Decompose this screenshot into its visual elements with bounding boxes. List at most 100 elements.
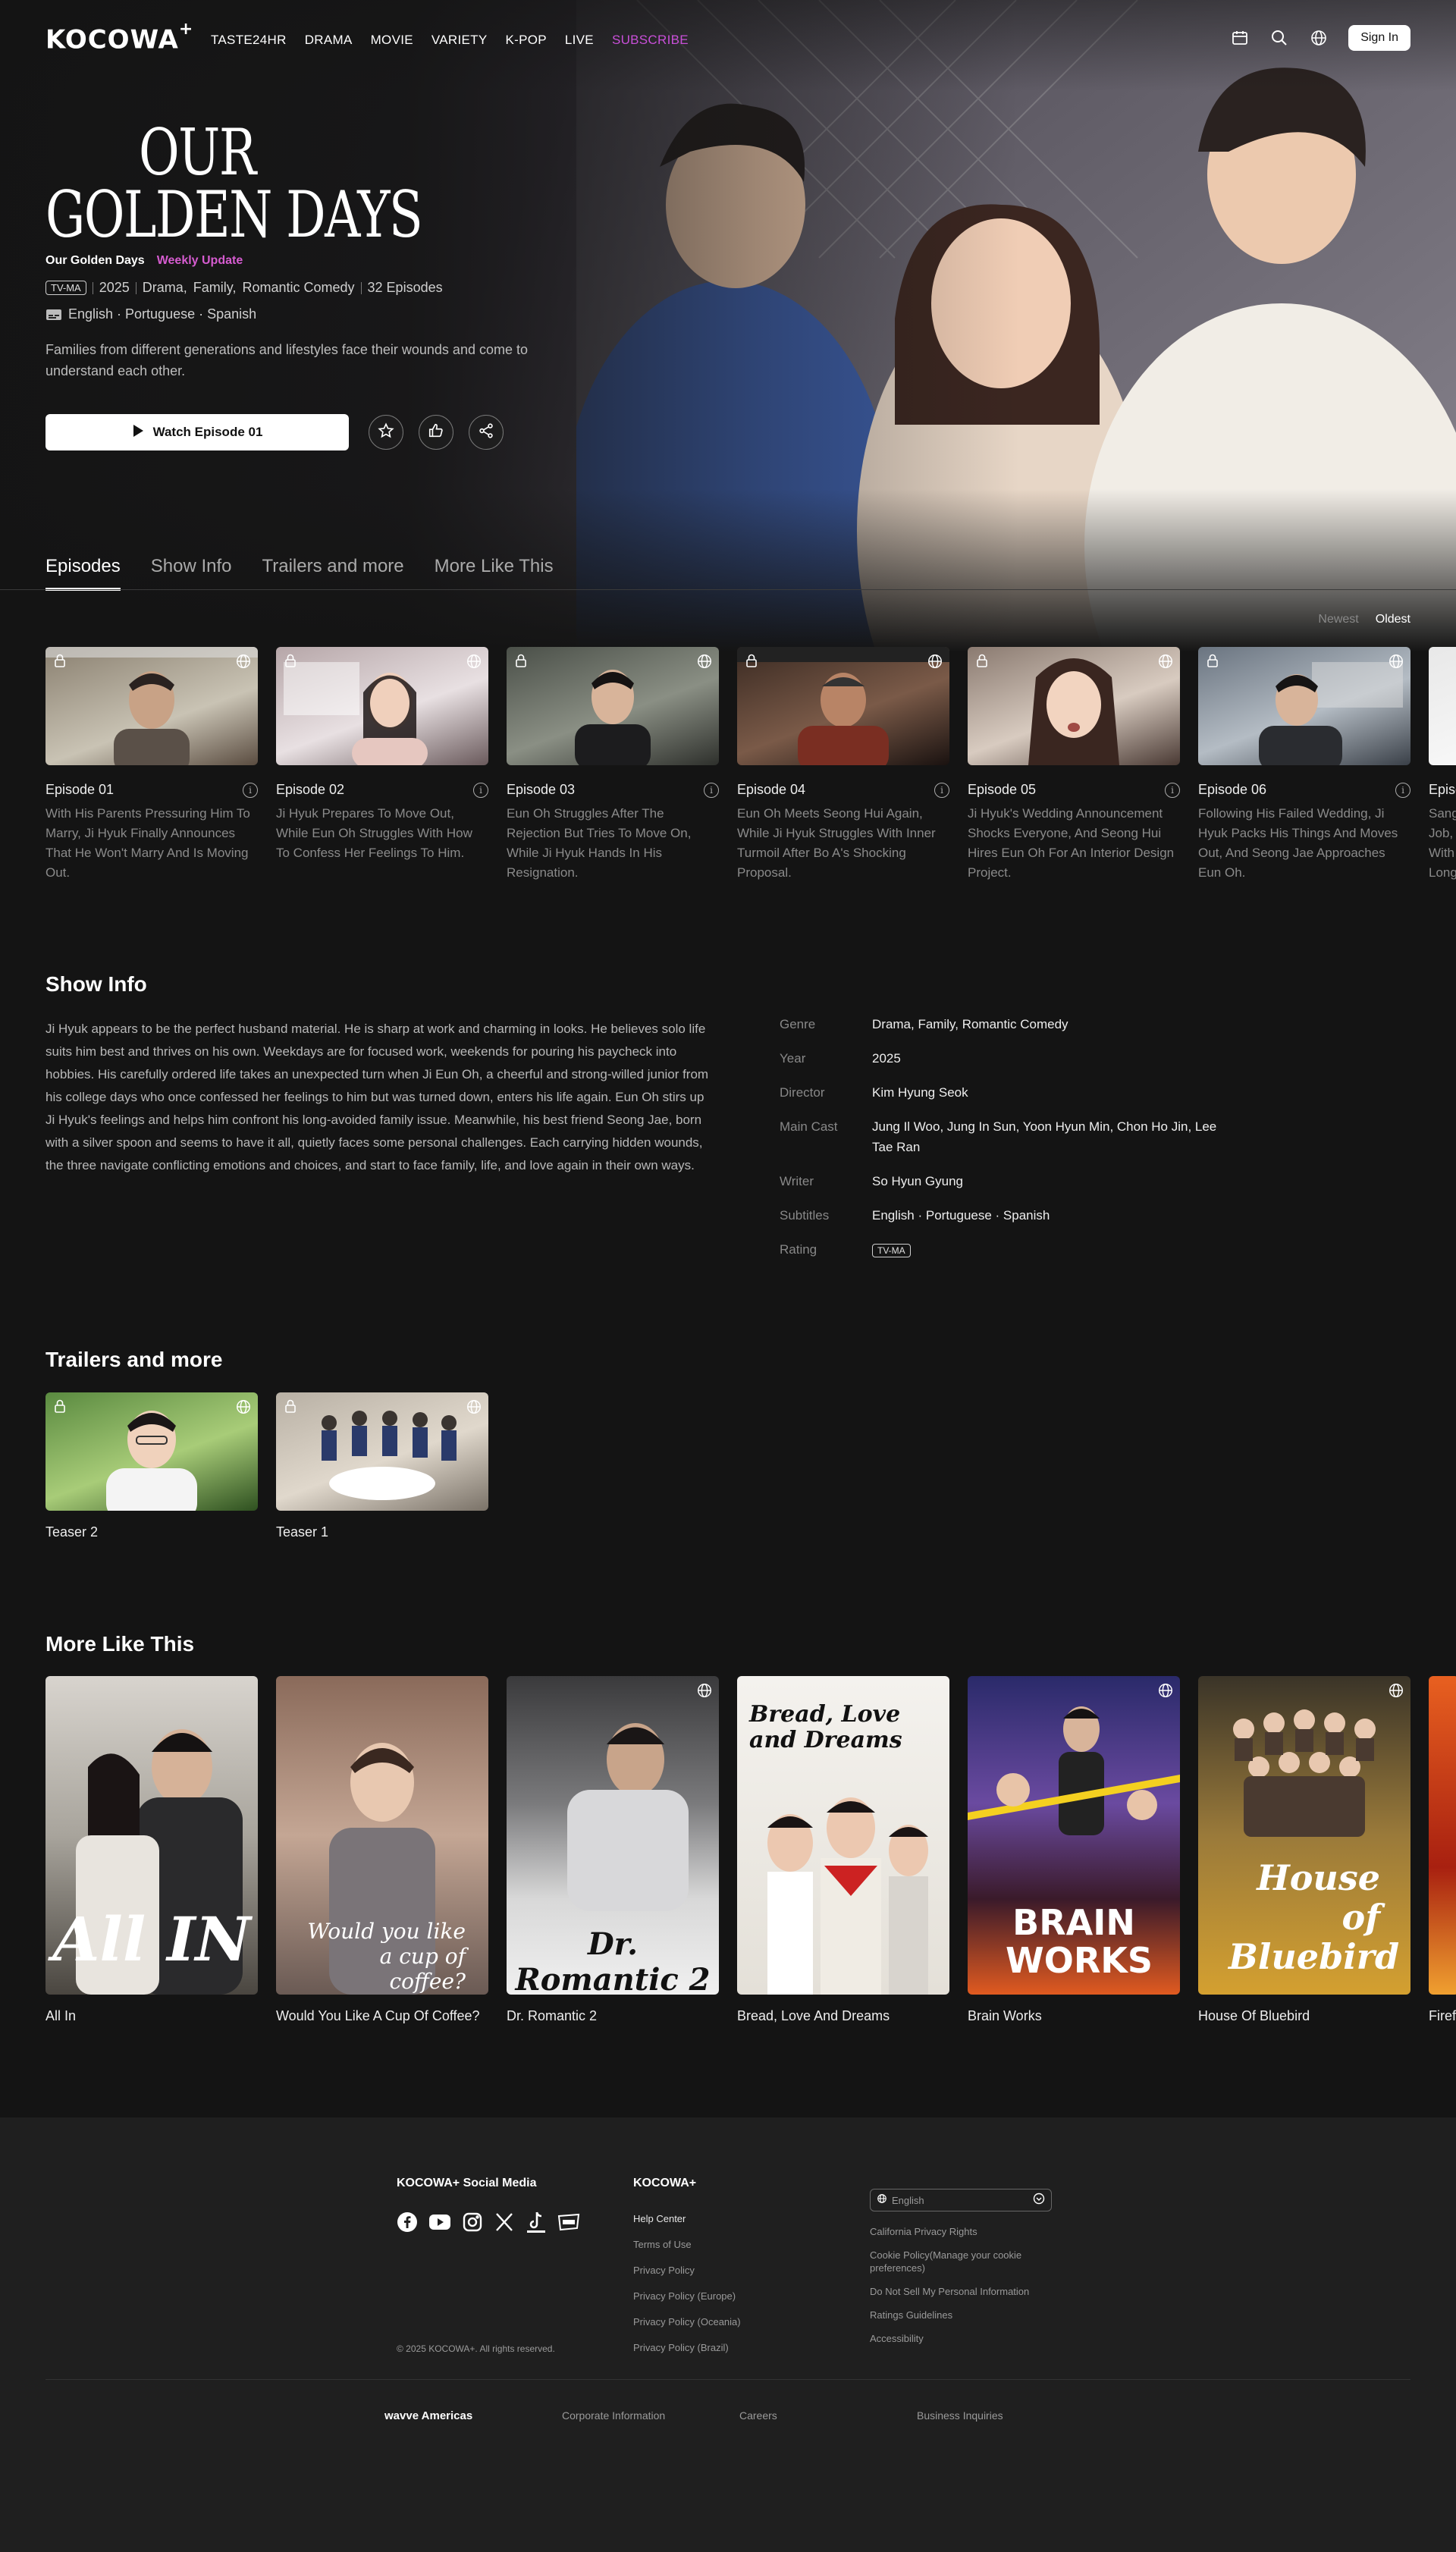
copyright-text: © 2025 KOCOWA+. All rights reserved. <box>397 2343 555 2354</box>
ratings-guidelines-link[interactable]: Ratings Guidelines <box>870 2309 1052 2321</box>
california-privacy-link[interactable]: California Privacy Rights <box>870 2225 1052 2238</box>
help-center-link[interactable]: Help Center <box>633 2213 741 2224</box>
recommendation-card[interactable]: Dr. Romantic 2 Dr. Romantic 2 <box>507 1676 719 2024</box>
episode-card[interactable]: Episode 01 i With His Parents Pressuring … <box>46 647 258 883</box>
nav-link-drama[interactable]: DRAMA <box>305 33 353 48</box>
nav-link-movie[interactable]: MOVIE <box>371 33 413 48</box>
episode-card[interactable]: Episode 07 Sang Job, With Long <box>1429 647 1456 883</box>
tab-trailers[interactable]: Trailers and more <box>262 556 403 591</box>
episode-thumbnail[interactable] <box>507 647 719 765</box>
share-icon <box>478 422 494 443</box>
episode-card[interactable]: Episode 03 i Eun Oh Struggles After The R… <box>507 647 719 883</box>
lock-icon <box>975 653 989 672</box>
language-current: English <box>877 2193 924 2207</box>
episode-card[interactable]: Episode 04 i Eun Oh Meets Seong Hui Again… <box>737 647 949 883</box>
recommendation-title: Brain Works <box>968 2008 1042 2023</box>
nav-link-taste24hr[interactable]: TASTE24HR <box>211 33 287 48</box>
globe-icon[interactable] <box>1309 28 1329 48</box>
accessibility-link[interactable]: Accessibility <box>870 2332 1052 2345</box>
sign-in-button[interactable]: Sign In <box>1348 25 1410 51</box>
privacy-europe-link[interactable]: Privacy Policy (Europe) <box>633 2290 741 2302</box>
recommendation-card[interactable]: House of Bluebird House Of Bluebird <box>1198 1676 1410 2024</box>
star-icon <box>378 422 394 443</box>
kocowa-blog-icon[interactable] <box>557 2213 580 2235</box>
wavve-americas-logo[interactable]: wavve Americas <box>384 2409 472 2422</box>
episode-card[interactable]: Episode 05 i Ji Hyuk's Wedding Announceme… <box>968 647 1180 883</box>
nav-link-live[interactable]: LIVE <box>565 33 594 48</box>
episode-title-row: Episode 05 i <box>968 782 1180 798</box>
trailer-thumbnail[interactable] <box>46 1392 258 1511</box>
sort-newest[interactable]: Newest <box>1318 613 1358 626</box>
info-icon[interactable]: i <box>473 782 488 798</box>
facebook-icon[interactable] <box>397 2211 418 2237</box>
meta-rating: Rating TV-MA <box>780 1239 1265 1261</box>
tab-episodes[interactable]: Episodes <box>46 556 121 591</box>
poster-image[interactable]: Dr. Romantic 2 <box>507 1676 719 1995</box>
rating-badge: TV-MA <box>46 281 86 295</box>
terms-link[interactable]: Terms of Use <box>633 2239 741 2250</box>
privacy-link[interactable]: Privacy Policy <box>633 2265 741 2276</box>
nav-link-variety[interactable]: VARIETY <box>431 33 488 48</box>
meta-value: Jung Il Woo, Jung In Sun, Yoon Hyun Min,… <box>872 1119 1217 1154</box>
info-icon[interactable]: i <box>704 782 719 798</box>
privacy-oceania-link[interactable]: Privacy Policy (Oceania) <box>633 2316 741 2328</box>
episode-card[interactable]: Episode 06 i Following His Failed Wedding… <box>1198 647 1410 883</box>
recommendation-card[interactable]: Firef <box>1429 1676 1456 2024</box>
poster-image[interactable] <box>1429 1676 1456 1995</box>
logo-text: KOCOWA <box>46 24 179 55</box>
tiktok-icon[interactable] <box>526 2210 547 2238</box>
poster-image[interactable]: Would you like a cup of coffee? <box>276 1676 488 1995</box>
search-icon[interactable] <box>1269 28 1289 48</box>
poster-image[interactable]: All IN <box>46 1676 258 1995</box>
calendar-icon[interactable] <box>1230 28 1250 48</box>
corporate-info-link[interactable]: Corporate Information <box>562 2409 665 2422</box>
nav-link-kpop[interactable]: K-POP <box>505 33 546 48</box>
lock-icon <box>745 653 758 672</box>
episode-thumbnail[interactable] <box>1429 647 1456 765</box>
info-icon[interactable]: i <box>243 782 258 798</box>
episode-thumbnail[interactable] <box>276 647 488 765</box>
info-icon[interactable]: i <box>1165 782 1180 798</box>
poster-image[interactable]: House of Bluebird <box>1198 1676 1410 1995</box>
episode-thumbnail[interactable] <box>46 647 258 765</box>
episode-thumbnail[interactable] <box>737 647 949 765</box>
cookie-policy-link[interactable]: Cookie Policy(Manage your cookie prefere… <box>870 2249 1052 2274</box>
trailer-card[interactable]: Teaser 1 <box>276 1392 488 1540</box>
trailer-card[interactable]: Teaser 2 <box>46 1392 258 1540</box>
episode-thumbnail[interactable] <box>1198 647 1410 765</box>
recommendation-card[interactable]: All IN All In <box>46 1676 258 2024</box>
show-name: Our Golden Days <box>46 254 145 267</box>
episode-card[interactable]: Episode 02 i Ji Hyuk Prepares To Move Out… <box>276 647 488 883</box>
meta-year: Year 2025 <box>780 1048 1265 1069</box>
favorite-button[interactable] <box>369 415 403 450</box>
info-icon[interactable]: i <box>934 782 949 798</box>
do-not-sell-link[interactable]: Do Not Sell My Personal Information <box>870 2285 1052 2298</box>
tab-show-info[interactable]: Show Info <box>151 556 232 591</box>
kocowa-logo[interactable]: KOCOWA+ <box>46 20 193 55</box>
instagram-icon[interactable] <box>462 2211 483 2237</box>
like-button[interactable] <box>419 415 453 450</box>
watch-episode-button[interactable]: Watch Episode 01 <box>46 414 349 450</box>
recommendation-title: Firef <box>1429 2008 1456 2023</box>
recommendation-card[interactable]: BRAIN WORKS Brain Works <box>968 1676 1180 2024</box>
recommendation-card[interactable]: Bread, Love and Dreams Bread, Love And D… <box>737 1676 949 2024</box>
show-info-heading: Show Info <box>46 972 147 996</box>
business-inquiries-link[interactable]: Business Inquiries <box>917 2409 1003 2422</box>
youtube-icon[interactable] <box>428 2214 451 2234</box>
x-twitter-icon[interactable] <box>494 2211 515 2237</box>
poster-image[interactable]: Bread, Love and Dreams <box>737 1676 949 1995</box>
poster-image[interactable]: BRAIN WORKS <box>968 1676 1180 1995</box>
careers-link[interactable]: Careers <box>739 2409 777 2422</box>
sort-oldest[interactable]: Oldest <box>1376 613 1410 626</box>
share-button[interactable] <box>469 415 504 450</box>
nav-link-subscribe[interactable]: SUBSCRIBE <box>612 33 689 48</box>
recommendation-card[interactable]: Would you like a cup of coffee? Would Yo… <box>276 1676 488 2024</box>
footer-links: Help Center Terms of Use Privacy Policy … <box>633 2213 741 2353</box>
episode-thumbnail[interactable] <box>968 647 1180 765</box>
info-icon[interactable]: i <box>1395 782 1410 798</box>
privacy-brazil-link[interactable]: Privacy Policy (Brazil) <box>633 2342 741 2353</box>
poster-logo-text: Bread, Love and Dreams <box>749 1701 902 1753</box>
tab-more-like-this[interactable]: More Like This <box>435 556 554 591</box>
trailer-thumbnail[interactable] <box>276 1392 488 1511</box>
language-select[interactable]: English <box>870 2189 1052 2211</box>
